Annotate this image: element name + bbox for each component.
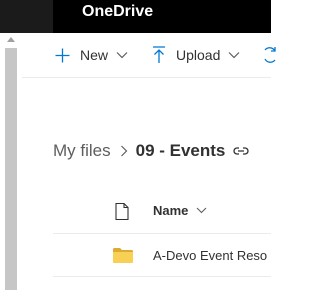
sync-button[interactable] [262,43,278,67]
scroll-thumb[interactable] [5,48,17,290]
command-bar: New Upload [22,33,276,78]
list-item[interactable]: A-Devo Event Reso [53,235,271,277]
plus-icon [55,48,70,62]
app-launcher-button[interactable] [0,0,53,33]
sync-icon [264,47,276,63]
file-type-icon[interactable] [115,202,129,225]
chevron-down-icon [197,207,207,214]
upload-button-label: Upload [176,47,221,63]
column-header-name[interactable]: Name [153,203,207,218]
column-header-name-label: Name [153,203,189,218]
breadcrumb-current-folder: 09 - Events [135,141,226,160]
app-title[interactable]: OneDrive [82,3,153,21]
link-icon[interactable] [233,146,249,156]
breadcrumb-item-my-files[interactable]: My files [53,141,111,161]
new-button-label: New [80,47,109,63]
breadcrumb: My files 09 - Events [53,138,249,164]
folder-icon [113,248,133,268]
list-header: Name [53,190,271,234]
upload-icon [153,46,165,63]
chevron-right-icon [120,145,128,157]
upload-button[interactable]: Upload [152,43,240,67]
scroll-up-arrow-icon[interactable] [7,37,15,42]
new-button[interactable]: New [55,43,128,67]
vertical-scrollbar[interactable] [0,33,22,290]
top-bar: OneDrive [0,0,271,33]
chevron-down-icon [116,52,128,59]
chevron-down-icon [228,52,240,59]
file-name[interactable]: A-Devo Event Reso [153,248,267,263]
